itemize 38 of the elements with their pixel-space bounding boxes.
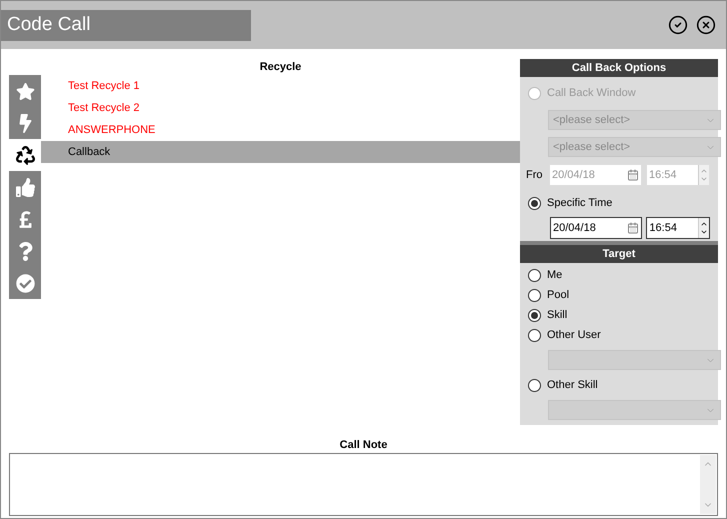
call-note-label: Call Note bbox=[338, 438, 388, 453]
close-icon[interactable] bbox=[696, 15, 716, 35]
section-header: Call Back Options bbox=[520, 59, 718, 77]
radio-label: Skill bbox=[547, 308, 568, 323]
item-label: Test Recycle 2 bbox=[68, 100, 140, 116]
radio-label: Other Skill bbox=[547, 378, 598, 393]
call-note-field[interactable] bbox=[9, 453, 718, 516]
date-field[interactable]: 20/04/18 bbox=[550, 217, 642, 239]
radio-label: Other User bbox=[547, 328, 601, 343]
list-item[interactable]: Test Recycle 2 bbox=[41, 97, 520, 119]
radio-label: Me bbox=[547, 268, 562, 283]
calendar-icon bbox=[627, 222, 640, 234]
list-item[interactable]: Test Recycle 1 bbox=[41, 75, 520, 97]
radio-button[interactable] bbox=[528, 378, 541, 392]
item-label: Callback bbox=[68, 144, 110, 160]
radio-button[interactable] bbox=[528, 196, 541, 210]
recycle-icon bbox=[16, 146, 34, 164]
window-title: Code Call bbox=[1, 10, 251, 40]
spin-buttons[interactable] bbox=[698, 218, 709, 238]
star-icon bbox=[16, 82, 34, 100]
list-title: Recycle bbox=[258, 60, 302, 75]
list-item[interactable]: ANSWERPHONE bbox=[41, 119, 520, 141]
calendar-icon bbox=[627, 169, 639, 181]
radio-label: Specific Time bbox=[547, 196, 612, 211]
radio-label: Pool bbox=[547, 288, 570, 303]
radio-button[interactable] bbox=[528, 328, 541, 342]
thumbs-up-icon bbox=[16, 178, 34, 196]
confirm-icon[interactable] bbox=[668, 15, 688, 35]
radio-button[interactable] bbox=[528, 308, 541, 322]
radio-button[interactable] bbox=[528, 288, 541, 302]
radio-label: Call Back Window bbox=[547, 86, 636, 101]
section-header: Target bbox=[520, 241, 718, 263]
from-label: Fro bbox=[526, 168, 544, 183]
radio-button[interactable] bbox=[528, 268, 541, 282]
list-item[interactable]: Callback bbox=[41, 141, 520, 163]
item-label: Test Recycle 1 bbox=[68, 78, 140, 94]
item-label: ANSWERPHONE bbox=[68, 122, 156, 138]
time-field[interactable]: 16:54 bbox=[646, 217, 710, 239]
